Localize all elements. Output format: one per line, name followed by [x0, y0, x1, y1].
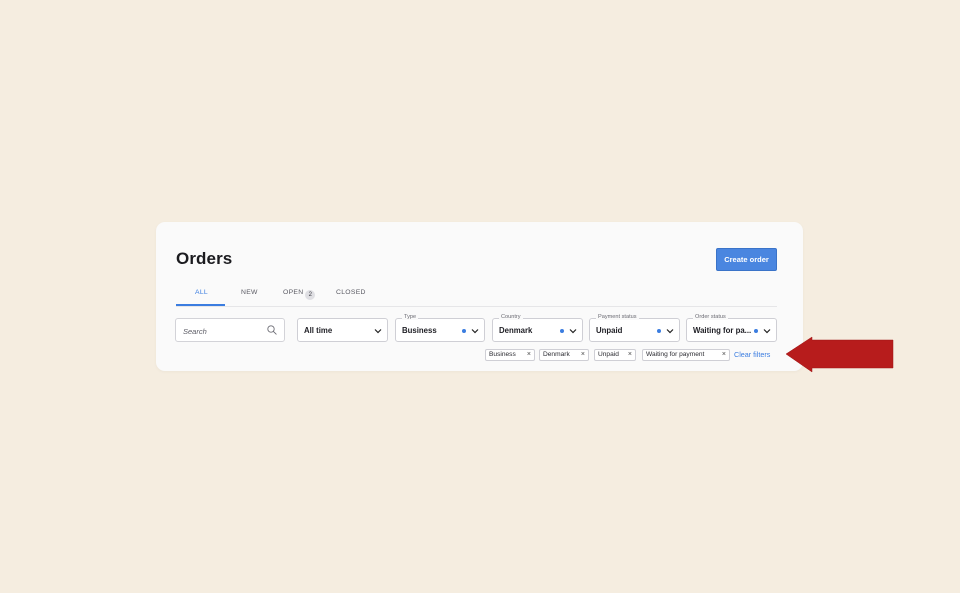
type-select[interactable]: Type Business — [395, 314, 485, 342]
payment-status-label: Payment status — [596, 314, 639, 320]
filter-chip-label: Business — [489, 351, 516, 358]
filter-chip-waiting-for-payment: Waiting for payment × — [642, 349, 730, 361]
active-filter-dot — [657, 329, 661, 333]
filter-chip-label: Unpaid — [598, 351, 619, 358]
order-status-value: Waiting for pa... — [693, 326, 752, 335]
search-input[interactable] — [183, 325, 263, 337]
filter-chip-label: Denmark — [543, 351, 570, 358]
country-select-value: Denmark — [499, 326, 533, 335]
chevron-down-icon — [569, 329, 577, 334]
close-icon[interactable]: × — [722, 350, 726, 360]
chevron-down-icon — [763, 329, 771, 334]
order-status-label: Order status — [693, 314, 728, 320]
payment-status-value: Unpaid — [596, 326, 623, 335]
filter-chip-business: Business × — [485, 349, 535, 361]
page-title: Orders — [176, 249, 233, 268]
open-count-badge: 2 — [305, 290, 316, 300]
tab-open-label: OPEN — [283, 289, 304, 296]
filter-chip-denmark: Denmark × — [539, 349, 589, 361]
active-tab-indicator — [176, 304, 225, 306]
filter-chip-unpaid: Unpaid × — [594, 349, 636, 361]
create-order-button[interactable]: Create order — [716, 248, 777, 271]
arrow-left-icon — [786, 336, 894, 373]
clear-filters-link[interactable]: Clear filters — [734, 350, 770, 359]
type-select-label: Type — [402, 314, 419, 320]
active-filter-dot — [462, 329, 466, 333]
country-select[interactable]: Country Denmark — [492, 314, 583, 342]
chevron-down-icon — [666, 329, 674, 334]
tab-open[interactable]: OPEN 2 — [283, 289, 316, 300]
tab-new[interactable]: NEW — [241, 289, 258, 296]
active-filter-dot — [560, 329, 564, 333]
chevron-down-icon — [471, 329, 479, 334]
search-icon[interactable] — [267, 325, 277, 335]
payment-status-select[interactable]: Payment status Unpaid — [589, 314, 680, 342]
tab-closed[interactable]: CLOSED — [336, 289, 366, 296]
tab-all[interactable]: ALL — [195, 289, 208, 296]
filter-chip-label: Waiting for payment — [646, 351, 705, 358]
close-icon[interactable]: × — [527, 350, 531, 360]
close-icon[interactable]: × — [628, 350, 632, 360]
order-status-select[interactable]: Order status Waiting for pa... — [686, 314, 777, 342]
type-select-value: Business — [402, 326, 437, 335]
orders-card: Orders Create order ALL NEW OPEN 2 CLOSED… — [156, 222, 803, 371]
time-range-select[interactable]: All time — [297, 318, 388, 342]
search-field[interactable] — [175, 318, 285, 342]
chevron-down-icon — [374, 329, 382, 334]
active-filter-dot — [754, 329, 758, 333]
tab-bar: ALL NEW OPEN 2 CLOSED — [176, 286, 777, 307]
country-select-label: Country — [499, 314, 523, 320]
close-icon[interactable]: × — [581, 350, 585, 360]
time-range-value: All time — [304, 326, 333, 335]
